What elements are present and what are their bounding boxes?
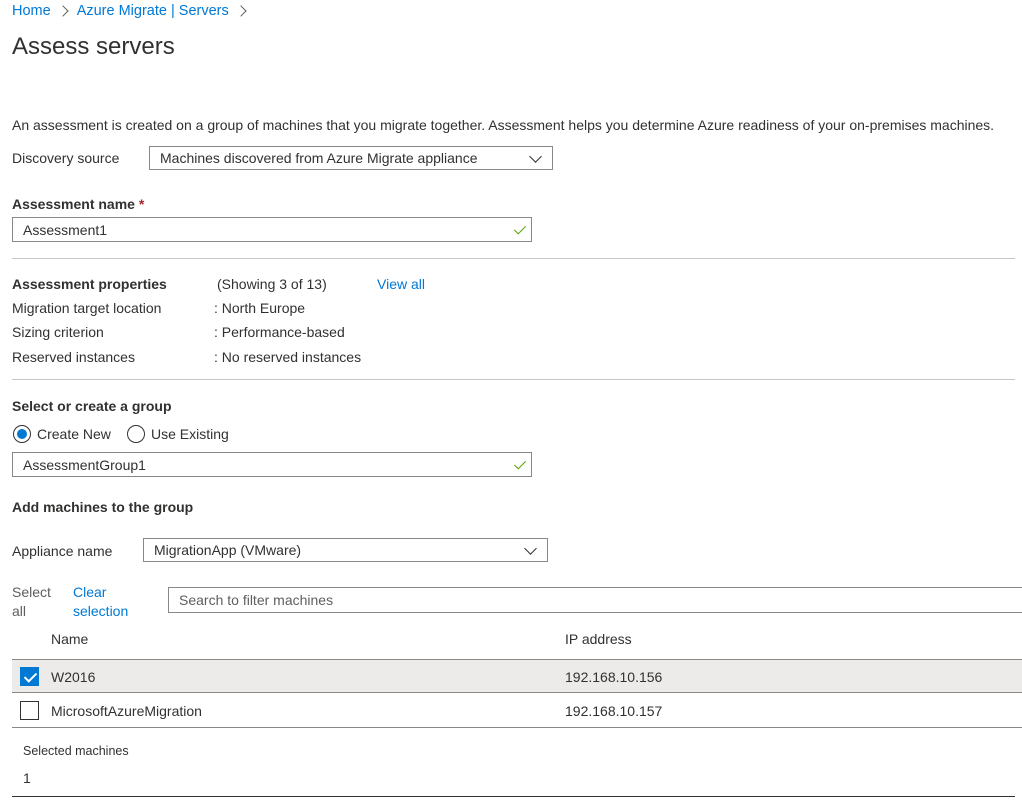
assessment-name-label: Assessment name *: [12, 196, 144, 212]
machine-name-cell: W2016: [51, 669, 96, 685]
radio-unselected-icon: [127, 425, 145, 443]
page-description: An assessment is created on a group of m…: [12, 117, 995, 133]
appliance-name-value: MigrationApp (VMware): [154, 542, 302, 558]
chevron-down-icon: [529, 150, 542, 163]
group-name-input[interactable]: AssessmentGroup1: [12, 452, 532, 477]
checkmark-icon: [513, 222, 527, 235]
discovery-source-dropdown[interactable]: Machines discovered from Azure Migrate a…: [149, 146, 553, 170]
property-label-target-location: Migration target location: [12, 300, 162, 316]
page-title: Assess servers: [12, 33, 175, 60]
table-row[interactable]: MicrosoftAzureMigration 192.168.10.157: [12, 694, 1022, 728]
checkmark-icon: [513, 457, 527, 470]
chevron-right-icon: [235, 5, 247, 17]
divider: [12, 796, 1015, 797]
group-name-value: AssessmentGroup1: [23, 456, 146, 473]
selected-machines-label: Selected machines: [23, 744, 129, 758]
machine-search-input[interactable]: Search to filter machines: [168, 587, 1022, 613]
breadcrumb: Home Azure Migrate | Servers: [12, 3, 255, 19]
breadcrumb-azure-migrate-link[interactable]: Azure Migrate | Servers: [77, 3, 229, 19]
machine-ip-cell: 192.168.10.157: [565, 703, 663, 719]
property-value-target-location: : North Europe: [214, 300, 306, 316]
select-all-line1: Select: [12, 584, 51, 600]
divider: [12, 379, 1015, 380]
machine-name-cell: MicrosoftAzureMigration: [51, 703, 202, 719]
property-value-reserved-instances: : No reserved instances: [214, 349, 362, 365]
assessment-name-input[interactable]: Assessment1: [12, 217, 532, 242]
discovery-source-value: Machines discovered from Azure Migrate a…: [160, 150, 478, 166]
search-placeholder: Search to filter machines: [179, 592, 334, 608]
clear-selection-line2: selection: [73, 603, 129, 619]
assessment-name-value: Assessment1: [23, 221, 108, 238]
checkbox-checked[interactable]: [20, 667, 39, 686]
properties-showing-count: (Showing 3 of 13): [217, 276, 327, 292]
divider: [12, 258, 1015, 259]
table-row[interactable]: W2016 192.168.10.156: [12, 659, 1022, 693]
select-all-label: Select all: [12, 583, 51, 621]
radio-use-existing[interactable]: Use Existing: [127, 425, 229, 443]
required-marker: *: [138, 196, 145, 212]
discovery-source-label: Discovery source: [12, 150, 120, 166]
assessment-properties-title: Assessment properties: [12, 276, 167, 292]
group-section-title: Select or create a group: [12, 398, 172, 414]
view-all-link[interactable]: View all: [377, 276, 425, 292]
chevron-down-icon: [524, 542, 537, 555]
machine-ip-cell: 192.168.10.156: [565, 669, 663, 685]
column-header-ip[interactable]: IP address: [565, 631, 632, 647]
clear-selection-link[interactable]: Clear selection: [73, 583, 128, 621]
appliance-name-dropdown[interactable]: MigrationApp (VMware): [143, 538, 548, 562]
breadcrumb-home-link[interactable]: Home: [12, 3, 51, 19]
select-all-line2: all: [12, 603, 27, 619]
selected-machines-count: 1: [23, 770, 31, 786]
radio-create-new-label: Create New: [37, 426, 111, 442]
column-header-name[interactable]: Name: [51, 631, 88, 647]
radio-create-new[interactable]: Create New: [13, 425, 111, 443]
property-label-sizing-criterion: Sizing criterion: [12, 324, 104, 340]
assessment-name-label-text: Assessment name: [12, 196, 135, 212]
property-label-reserved-instances: Reserved instances: [12, 349, 135, 365]
property-value-sizing-criterion: : Performance-based: [214, 324, 345, 340]
add-machines-title: Add machines to the group: [12, 499, 194, 515]
radio-selected-icon: [13, 425, 31, 443]
chevron-right-icon: [57, 5, 69, 17]
checkbox-unchecked[interactable]: [20, 701, 39, 720]
appliance-name-label: Appliance name: [12, 543, 113, 559]
clear-selection-line1: Clear: [73, 584, 107, 600]
radio-use-existing-label: Use Existing: [151, 426, 229, 442]
